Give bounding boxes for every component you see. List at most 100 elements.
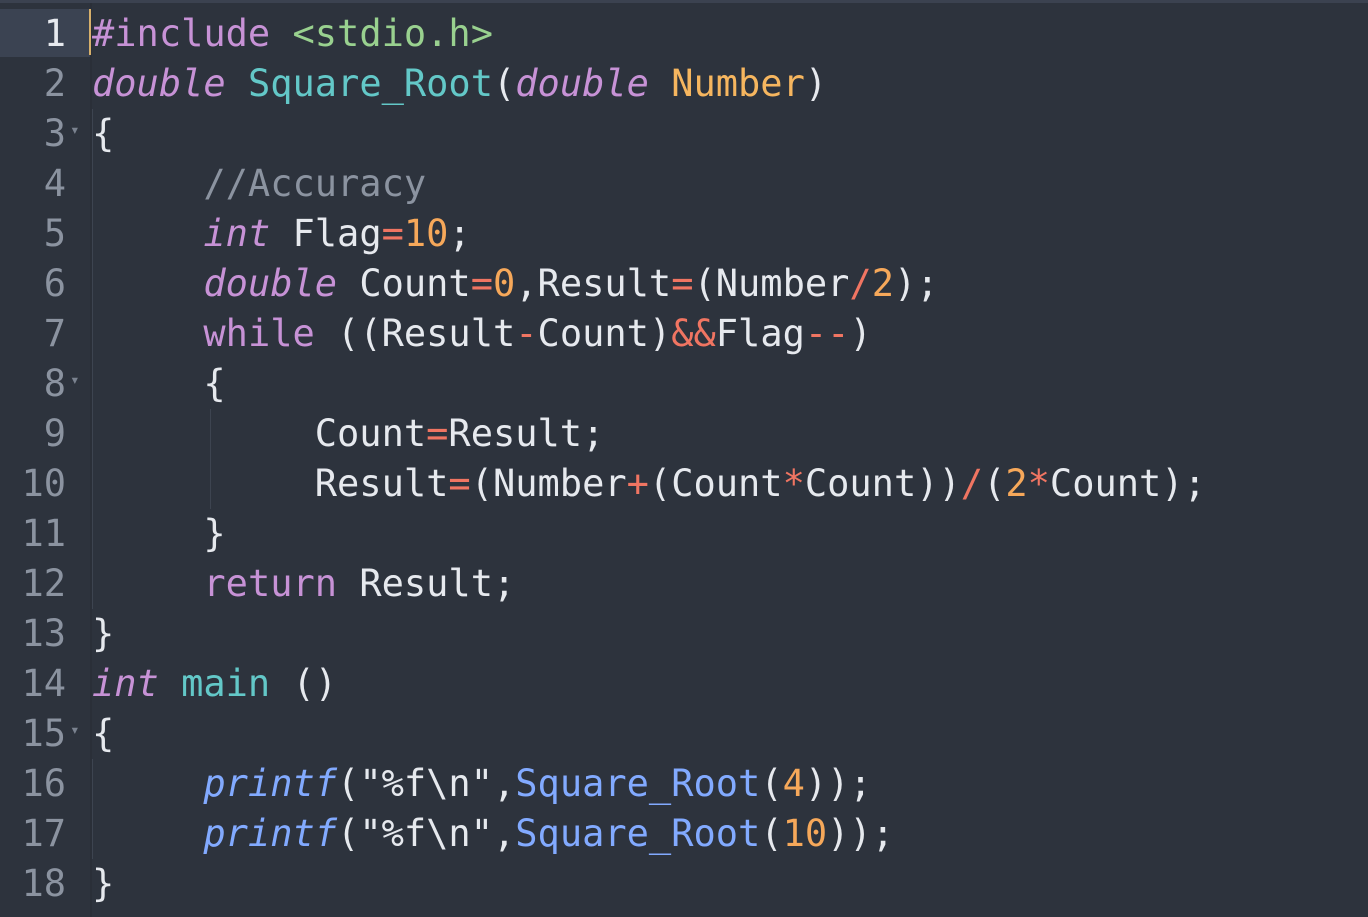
code-text[interactable]: { — [92, 709, 114, 759]
code-token: while — [203, 312, 315, 355]
line-number: 1 — [43, 12, 66, 55]
line-number: 4 — [43, 162, 66, 205]
code-token: 10 — [782, 812, 828, 855]
code-token: Count); — [1049, 462, 1206, 505]
code-token: ( — [492, 62, 516, 105]
line-number: 17 — [21, 812, 66, 855]
code-token: 10 — [403, 212, 449, 255]
code-token: Flag — [270, 212, 382, 255]
code-token: && — [671, 312, 716, 355]
code-line[interactable]: 13} — [0, 609, 1368, 659]
code-text[interactable]: //Accuracy — [92, 159, 426, 209]
code-token: Number — [671, 62, 805, 105]
line-number: 12 — [21, 562, 66, 605]
code-line[interactable]: 11 } — [0, 509, 1368, 559]
code-line[interactable]: 15 ▾{ — [0, 709, 1368, 759]
code-text[interactable]: int Flag=10; — [92, 209, 471, 259]
code-token: Square_Root — [515, 762, 761, 805]
code-token: } — [92, 512, 226, 555]
code-token: ; — [448, 212, 471, 255]
code-line[interactable]: 16 printf("%f\n",Square_Root(4)); — [0, 759, 1368, 809]
code-text[interactable]: int main () — [92, 659, 337, 709]
code-line[interactable]: 17 printf("%f\n",Square_Root(10)); — [0, 809, 1368, 859]
code-token: <stdio.h> — [292, 12, 493, 55]
code-text[interactable]: Result=(Number+(Count*Count))/(2*Count); — [92, 459, 1206, 509]
code-line[interactable]: 10 Result=(Number+(Count*Count))/(2*Coun… — [0, 459, 1368, 509]
fold-arrow-icon[interactable]: ▾ — [70, 705, 84, 755]
code-line[interactable]: 2 double Square_Root(double Number) — [0, 59, 1368, 109]
code-token: = — [671, 262, 694, 305]
line-number: 9 — [43, 412, 66, 455]
code-text[interactable]: } — [92, 509, 226, 559]
fold-arrow-icon[interactable]: ▾ — [70, 355, 84, 405]
code-line[interactable]: 4 //Accuracy — [0, 159, 1368, 209]
code-text[interactable]: { — [92, 109, 114, 159]
code-token: Flag — [715, 312, 805, 355]
code-text[interactable]: return Result; — [92, 559, 515, 609]
code-token: int — [92, 662, 159, 705]
code-line[interactable]: 3 ▾{ — [0, 109, 1368, 159]
code-token: (Count — [648, 462, 783, 505]
code-token: = — [448, 462, 471, 505]
code-line[interactable]: 9 Count=Result; — [0, 409, 1368, 459]
code-token: return — [203, 562, 338, 605]
code-token: } — [92, 612, 115, 655]
code-text[interactable]: } — [92, 859, 114, 909]
code-token: //Accuracy — [92, 162, 427, 205]
fold-arrow-icon[interactable]: ▾ — [70, 105, 84, 155]
code-text[interactable]: { — [92, 359, 225, 409]
code-token: ) — [804, 62, 828, 105]
code-line[interactable]: 1 #include <stdio.h> — [0, 9, 1368, 59]
code-token: Result — [92, 462, 449, 505]
code-text[interactable]: printf("%f\n",Square_Root(4)); — [92, 759, 871, 809]
code-token: double — [203, 262, 338, 305]
code-text[interactable]: while ((Result-Count)&&Flag--) — [92, 309, 871, 359]
code-line[interactable]: 5 int Flag=10; — [0, 209, 1368, 259]
code-token: = — [470, 262, 493, 305]
line-number: 10 — [21, 462, 66, 505]
code-token: printf — [203, 762, 338, 805]
code-line[interactable]: 8 ▾ { — [0, 359, 1368, 409]
line-number: 15 — [21, 712, 66, 755]
code-line[interactable]: 18} — [0, 859, 1368, 909]
code-text[interactable]: } — [92, 609, 114, 659]
code-line[interactable]: 12 return Result; — [0, 559, 1368, 609]
code-text[interactable]: double Square_Root(double Number) — [92, 59, 827, 109]
code-token: #include — [92, 12, 271, 55]
line-number: 2 — [43, 62, 66, 105]
code-token: double — [515, 62, 649, 105]
code-token: main — [181, 662, 271, 705]
code-token: Count — [337, 262, 471, 305]
code-token: = — [426, 412, 449, 455]
code-line[interactable]: 6 double Count=0,Result=(Number/2); — [0, 259, 1368, 309]
code-token: Result; — [337, 562, 516, 605]
code-text[interactable]: printf("%f\n",Square_Root(10)); — [92, 809, 894, 859]
code-token: ( — [760, 812, 783, 855]
code-text[interactable]: double Count=0,Result=(Number/2); — [92, 259, 938, 309]
line-number: 11 — [21, 512, 66, 555]
code-line[interactable]: 7 while ((Result-Count)&&Flag--) — [0, 309, 1368, 359]
code-line[interactable]: 14 int main () — [0, 659, 1368, 709]
line-number: 5 — [43, 212, 66, 255]
code-token: int — [203, 212, 271, 255]
code-text[interactable]: Count=Result; — [92, 409, 605, 459]
code-token: () — [270, 662, 338, 705]
code-token: { — [92, 712, 115, 755]
code-token: 0 — [492, 262, 516, 305]
code-token: (Number — [693, 262, 850, 305]
code-token: )); — [827, 812, 894, 855]
code-token: ( — [760, 762, 783, 805]
code-token: ((Result — [314, 312, 516, 355]
line-number: 14 — [21, 662, 66, 705]
code-token: printf — [203, 812, 338, 855]
code-editor[interactable]: 1 #include <stdio.h> 2 double Square_Root(d… — [0, 0, 1368, 917]
code-text[interactable]: #include <stdio.h> — [92, 9, 493, 59]
